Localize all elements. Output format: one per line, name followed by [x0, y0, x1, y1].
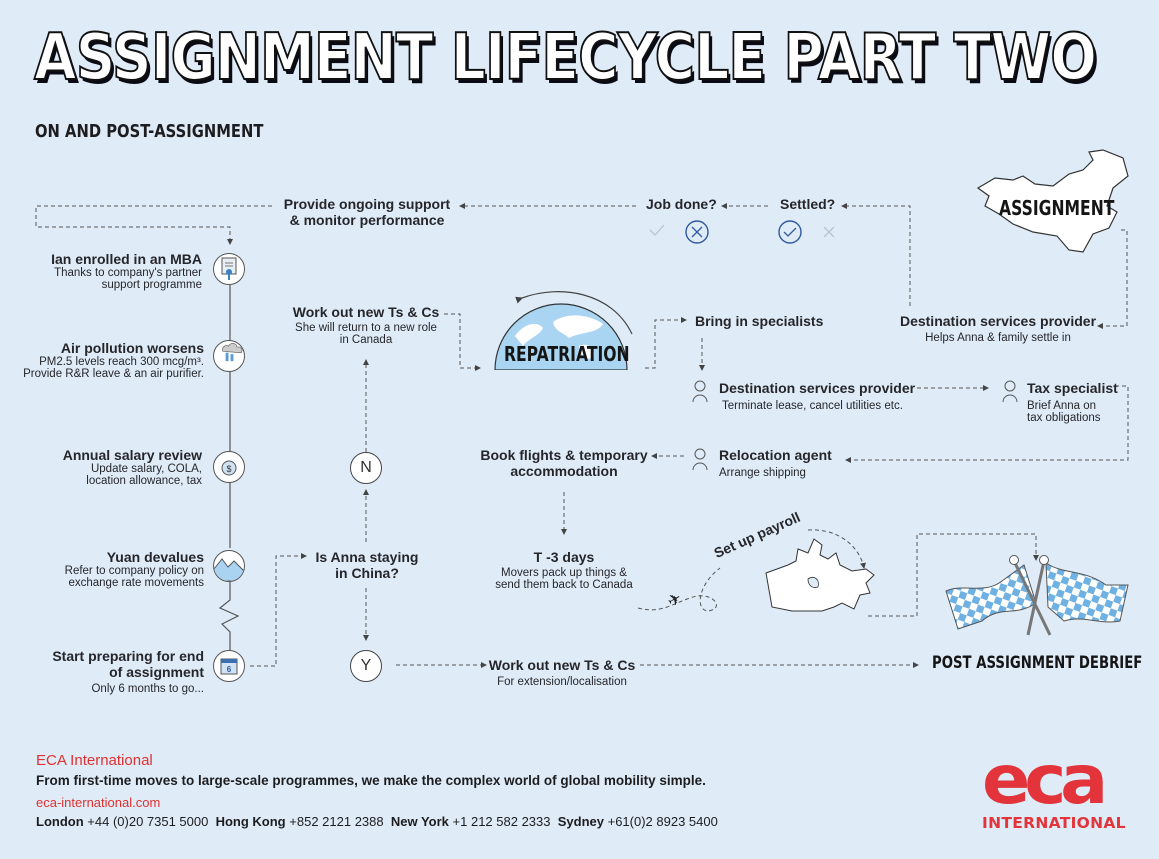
step-desc: She will return to a new role: [295, 322, 437, 334]
connector-repatriation-to-specialists: [645, 317, 687, 369]
relocation-agent: Relocation agent Arrange shipping: [719, 447, 832, 479]
check-icon: [648, 222, 666, 243]
ongoing-support-step: Provide ongoing support & monitor perfor…: [282, 196, 452, 228]
t-minus-3-step: T -3 days Movers pack up things & send t…: [484, 549, 644, 591]
timeline-item-yuan: Yuan devalues Refer to company policy on…: [20, 549, 204, 589]
decision-question: Is Anna staying in China?: [306, 549, 428, 581]
money-bag-icon: $: [213, 451, 245, 483]
timeline-item-title: Ian enrolled in an MBA: [51, 251, 202, 267]
no-option: N: [350, 452, 382, 484]
person-icon: [692, 448, 708, 471]
office-city: Hong Kong: [215, 814, 286, 829]
step-title: Book flights & temporary: [480, 447, 648, 463]
svg-text:6: 6: [227, 665, 232, 674]
footer-offices: London +44 (0)20 7351 5000 Hong Kong +85…: [36, 814, 718, 829]
person-icon: [1002, 380, 1018, 403]
office-phone: +852 2121 2388: [289, 814, 384, 829]
step-desc: For extension/localisation: [497, 676, 627, 688]
office-phone: +44 (0)20 7351 5000: [87, 814, 209, 829]
footer-tagline: From first-time moves to large-scale pro…: [36, 773, 706, 788]
connector-work-out-to-repatriation: [444, 313, 481, 371]
assignment-label: ASSIGNMENT: [999, 196, 1115, 220]
timeline-item-mba: Ian enrolled in an MBA Thanks to company…: [20, 251, 202, 291]
step-desc: Brief Anna on: [1027, 400, 1097, 412]
timeline-item-pollution: Air pollution worsens PM2.5 levels reach…: [20, 340, 204, 380]
cross-icon: [822, 225, 836, 244]
step-title: accommodation: [510, 463, 618, 479]
check-circle-icon: [777, 219, 803, 250]
step-desc: in Canada: [339, 334, 393, 346]
timeline-item-desc: Refer to company policy on: [64, 565, 204, 577]
cross-circle-icon: [684, 219, 710, 250]
page-title: ASSIGNMENT LIFECYCLE PART TWO: [33, 21, 1098, 95]
step-desc: Movers pack up things &: [501, 567, 627, 579]
step-title: Destination services provider: [719, 380, 916, 396]
timeline-item-title: of assignment: [109, 664, 204, 680]
job-done-question: Job done?: [646, 196, 717, 212]
timeline-item-desc: Only 6 months to go...: [91, 683, 204, 695]
timeline-item-title: Yuan devalues: [106, 549, 204, 565]
tax-specialist: Tax specialist Brief Anna on tax obligat…: [1027, 380, 1118, 424]
certificate-icon: [213, 253, 245, 285]
bring-in-specialists-step: Bring in specialists: [695, 313, 824, 329]
timeline-item-desc: PM2.5 levels reach 300 mcg/m³.: [39, 356, 204, 368]
timeline-item-desc: location allowance, tax: [86, 475, 202, 487]
step-desc: Arrange shipping: [719, 467, 806, 479]
step-title: Provide ongoing support: [283, 196, 451, 212]
question-line: in China?: [335, 565, 399, 581]
timeline-item-title: Air pollution worsens: [60, 340, 204, 356]
timeline-item-title: Annual salary review: [62, 447, 202, 463]
timeline-item-desc: support programme: [101, 279, 202, 291]
step-desc: send them back to Canada: [495, 579, 633, 591]
work-out-terms-extension: Work out new Ts & Cs For extension/local…: [482, 657, 642, 688]
timeline-item-title: Start preparing for end: [52, 648, 204, 664]
falling-graph-icon: [213, 550, 245, 582]
step-title: Destination services provider: [899, 313, 1097, 329]
eca-logo: eca INTERNATIONAL: [982, 747, 1128, 833]
step-title: Work out new Ts & Cs: [488, 657, 636, 673]
step-title: & monitor performance: [289, 212, 445, 228]
step-title: Tax specialist: [1027, 380, 1118, 396]
timeline-item-desc: Thanks to company's partner: [54, 267, 202, 279]
canada-map: [762, 535, 882, 630]
page-subtitle: ON AND POST-ASSIGNMENT: [35, 121, 264, 142]
checkered-flags-icon: [944, 555, 1130, 646]
office-city: Sydney: [557, 814, 604, 829]
post-assignment-debrief-label: POST ASSIGNMENT DEBRIEF: [932, 653, 1143, 673]
step-title: T -3 days: [533, 549, 595, 565]
step-desc: Terminate lease, cancel utilities etc.: [722, 400, 903, 412]
office-city: New York: [390, 814, 449, 829]
timeline-item-desc: Update salary, COLA,: [90, 463, 202, 475]
question-line: Is Anna staying: [315, 549, 419, 565]
settled-question: Settled?: [780, 196, 836, 212]
footer-website-link[interactable]: eca-international.com: [36, 795, 160, 810]
step-title: Relocation agent: [719, 447, 832, 463]
connector-provider-to-settled: [841, 203, 911, 306]
connector-support-to-timeline: [35, 205, 272, 245]
yes-option: Y: [350, 650, 382, 682]
calendar-icon: 6: [213, 650, 245, 682]
repatriation-label: REPATRIATION: [504, 342, 630, 366]
footer-company-name: ECA International: [36, 752, 153, 769]
office-phone: +1 212 582 2333: [452, 814, 551, 829]
work-out-terms-canada: Work out new Ts & Cs She will return to …: [292, 304, 440, 346]
office-phone: +61(0)2 8923 5400: [607, 814, 718, 829]
destination-provider-terminate: Destination services provider Terminate …: [719, 380, 915, 412]
destination-provider-settle: Destination services provider Helps Anna…: [898, 313, 1098, 344]
svg-text:$: $: [226, 464, 231, 474]
connector-prepare-to-decision: [250, 553, 307, 667]
timeline-item-desc: exchange rate movements: [68, 577, 204, 589]
factory-smog-icon: [213, 340, 245, 372]
step-title: Work out new Ts & Cs: [292, 304, 440, 320]
person-icon: [692, 380, 708, 403]
timeline-item-salary: Annual salary review Update salary, COLA…: [20, 447, 202, 487]
book-flights-step: Book flights & temporary accommodation: [478, 447, 650, 479]
logo-wordmark: eca: [982, 741, 1108, 820]
step-desc: tax obligations: [1027, 412, 1101, 424]
step-desc: Helps Anna & family settle in: [925, 332, 1071, 344]
timeline-item-prepare-end: Start preparing for end of assignment On…: [20, 648, 204, 695]
office-city: London: [36, 814, 84, 829]
timeline-item-desc: Provide R&R leave & an air purifier.: [23, 368, 204, 380]
